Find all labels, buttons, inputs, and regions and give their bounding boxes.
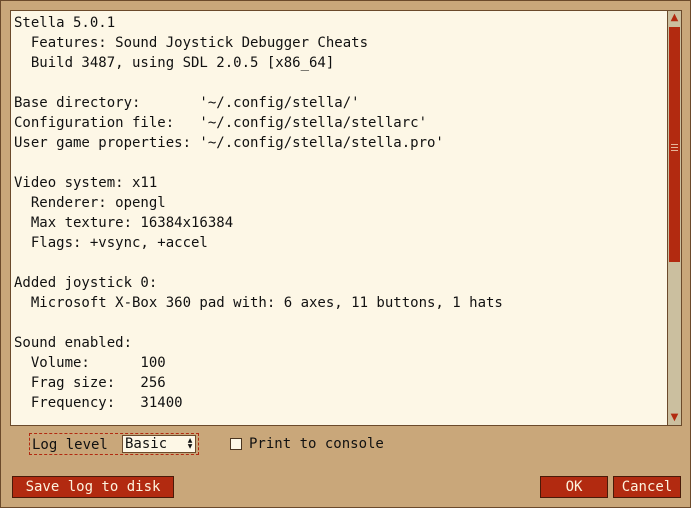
scrollbar-thumb[interactable] <box>669 27 680 262</box>
log-panel[interactable]: Stella 5.0.1 Features: Sound Joystick De… <box>10 10 682 426</box>
log-line: Features: Sound Joystick Debugger Cheats <box>14 35 369 51</box>
logger-dialog: Stella 5.0.1 Features: Sound Joystick De… <box>0 0 691 508</box>
log-line: Base directory: '~/.config/stella/' <box>14 95 360 111</box>
log-line: Stella 5.0.1 <box>14 15 116 31</box>
print-to-console-label[interactable]: Print to console <box>249 434 384 454</box>
scroll-down-icon[interactable]: ▼ <box>668 411 681 425</box>
log-line: Build 3487, using SDL 2.0.5 [x86_64] <box>14 55 335 71</box>
log-line: Frag size: 256 <box>14 375 166 391</box>
log-line: Renderer: opengl <box>14 195 166 211</box>
log-line: Configuration file: '~/.config/stella/st… <box>14 115 428 131</box>
log-line: Sound enabled: <box>14 335 133 351</box>
log-line: User game properties: '~/.config/stella/… <box>14 135 444 151</box>
log-line: Flags: +vsync, +accel <box>14 235 208 251</box>
log-level-label: Log level <box>32 437 108 453</box>
log-line: Added joystick 0: <box>14 275 158 291</box>
log-line: Video system: x11 <box>14 175 158 191</box>
log-level-value: Basic <box>125 436 168 452</box>
select-arrows-icon: ▲ ▼ <box>187 437 193 450</box>
cancel-button[interactable]: Cancel <box>613 476 681 498</box>
log-level-group: Log level Basic ▲ ▼ <box>29 433 199 455</box>
save-log-button[interactable]: Save log to disk <box>12 476 174 498</box>
log-text: Stella 5.0.1 Features: Sound Joystick De… <box>14 13 664 413</box>
log-level-select[interactable]: Basic ▲ ▼ <box>122 435 196 453</box>
log-line: Frequency: 31400 <box>14 395 183 411</box>
vertical-scrollbar[interactable]: ▲ ▼ <box>667 11 681 425</box>
log-line: Microsoft X-Box 360 pad with: 6 axes, 11… <box>14 295 503 311</box>
log-line: Max texture: 16384x16384 <box>14 215 234 231</box>
print-to-console-checkbox[interactable] <box>230 438 242 450</box>
grip-icon <box>671 144 678 151</box>
ok-button[interactable]: OK <box>540 476 608 498</box>
scroll-up-icon[interactable]: ▲ <box>668 11 681 25</box>
log-line: Volume: 100 <box>14 355 166 371</box>
